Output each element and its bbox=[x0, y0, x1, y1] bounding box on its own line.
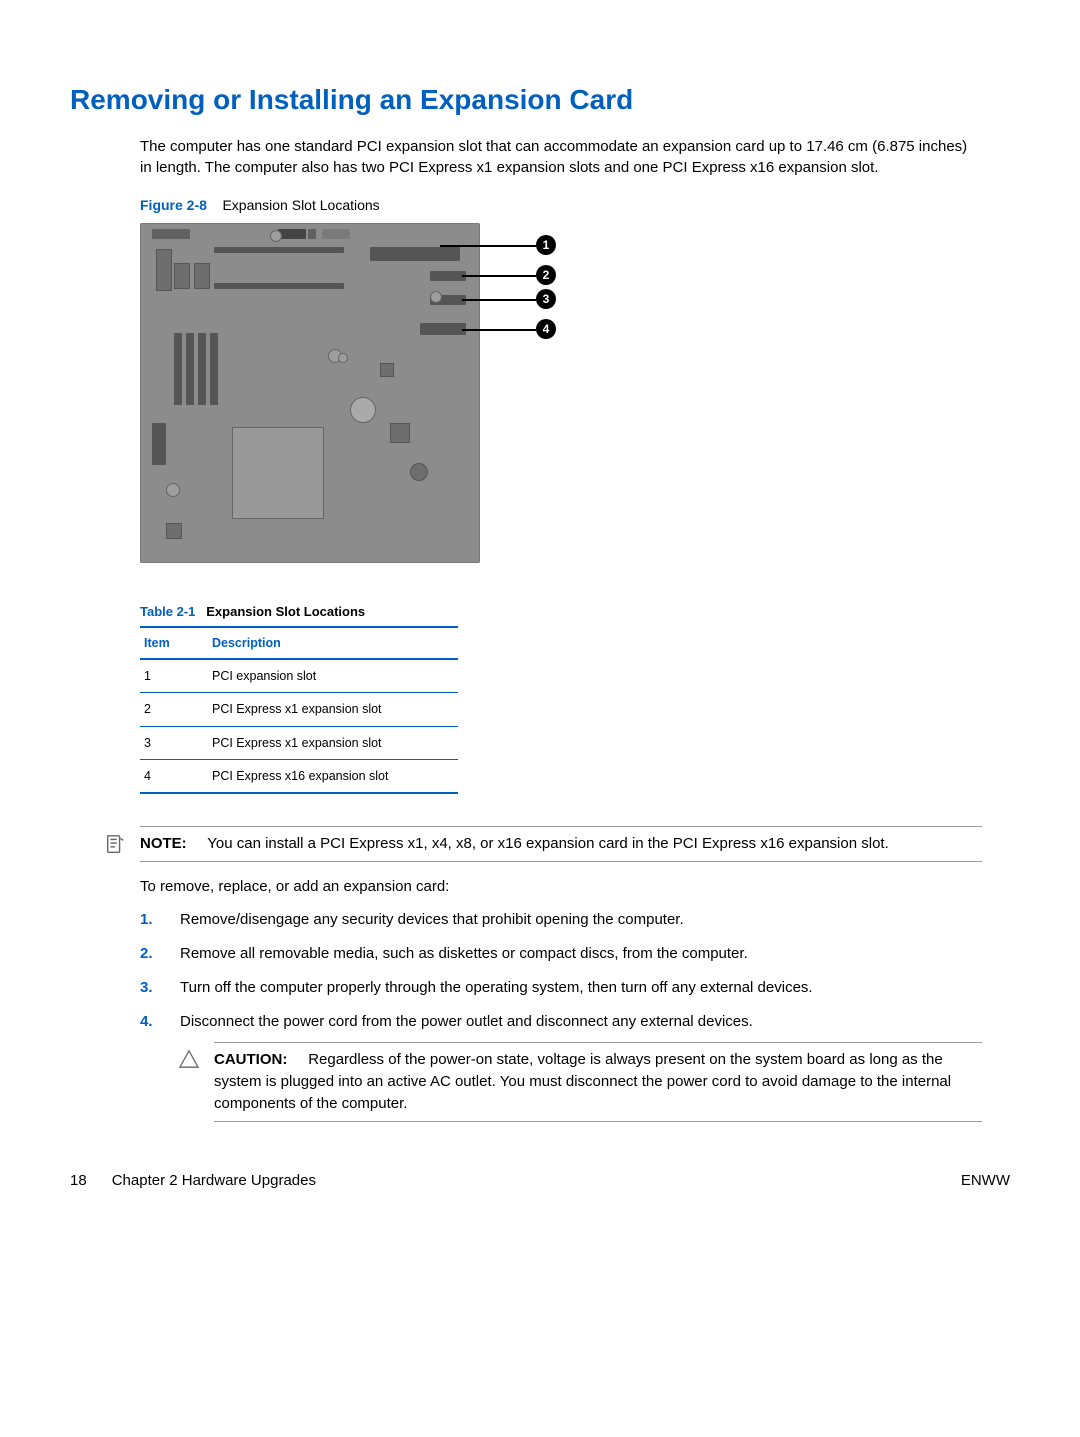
list-item: 1. Remove/disengage any security devices… bbox=[140, 909, 982, 931]
table-cell: PCI Express x1 expansion slot bbox=[208, 693, 458, 726]
table-cell: 1 bbox=[140, 659, 208, 693]
table-cell: PCI Express x16 expansion slot bbox=[208, 759, 458, 793]
table-header-item: Item bbox=[140, 628, 208, 659]
table-label: Table 2-1 bbox=[140, 604, 195, 619]
figure-callout-1: 1 bbox=[536, 235, 556, 255]
figure-title: Expansion Slot Locations bbox=[222, 197, 379, 213]
motherboard-image bbox=[140, 223, 480, 563]
figure-callout-4: 4 bbox=[536, 319, 556, 339]
slot-locations-table: Table 2-1 Expansion Slot Locations Item … bbox=[140, 603, 458, 793]
page-number: 18 bbox=[70, 1172, 87, 1189]
step-number: 4. bbox=[140, 1011, 153, 1033]
table-row: 3 PCI Express x1 expansion slot bbox=[140, 726, 458, 759]
note-block: NOTE: You can install a PCI Express x1, … bbox=[140, 826, 982, 862]
table-cell: 4 bbox=[140, 759, 208, 793]
figure-caption: Figure 2-8 Expansion Slot Locations bbox=[140, 195, 982, 215]
caution-label: CAUTION: bbox=[214, 1051, 287, 1068]
figure-label: Figure 2-8 bbox=[140, 197, 207, 213]
page-title: Removing or Installing an Expansion Card bbox=[70, 80, 1010, 121]
note-text: You can install a PCI Express x1, x4, x8… bbox=[207, 835, 888, 852]
table-title: Expansion Slot Locations bbox=[206, 604, 365, 619]
page-footer: 18 Chapter 2 Hardware Upgrades ENWW bbox=[70, 1170, 1010, 1192]
steps-list: 1. Remove/disengage any security devices… bbox=[140, 909, 982, 1121]
motherboard-figure: 1 2 3 4 bbox=[140, 223, 558, 563]
table-cell: PCI Express x1 expansion slot bbox=[208, 726, 458, 759]
caution-block: CAUTION: Regardless of the power-on stat… bbox=[214, 1042, 982, 1121]
list-item: 2. Remove all removable media, such as d… bbox=[140, 943, 982, 965]
step-text: Disconnect the power cord from the power… bbox=[180, 1013, 753, 1030]
caution-text: Regardless of the power-on state, voltag… bbox=[214, 1051, 951, 1112]
chapter-title: Chapter 2 Hardware Upgrades bbox=[112, 1172, 316, 1189]
note-label: NOTE: bbox=[140, 835, 187, 852]
step-text: Remove all removable media, such as disk… bbox=[180, 945, 748, 962]
table-cell: 3 bbox=[140, 726, 208, 759]
table-cell: 2 bbox=[140, 693, 208, 726]
step-number: 3. bbox=[140, 977, 153, 999]
footer-right: ENWW bbox=[961, 1170, 1010, 1192]
table-row: 1 PCI expansion slot bbox=[140, 659, 458, 693]
step-number: 1. bbox=[140, 909, 153, 931]
note-icon bbox=[104, 833, 126, 862]
table-row: 4 PCI Express x16 expansion slot bbox=[140, 759, 458, 793]
lead-in-text: To remove, replace, or add an expansion … bbox=[140, 876, 982, 898]
table-row: 2 PCI Express x1 expansion slot bbox=[140, 693, 458, 726]
step-text: Remove/disengage any security devices th… bbox=[180, 911, 684, 928]
table-cell: PCI expansion slot bbox=[208, 659, 458, 693]
figure-callout-3: 3 bbox=[536, 289, 556, 309]
table-header-description: Description bbox=[208, 628, 458, 659]
step-number: 2. bbox=[140, 943, 153, 965]
list-item: 4. Disconnect the power cord from the po… bbox=[140, 1011, 982, 1122]
intro-paragraph: The computer has one standard PCI expans… bbox=[140, 136, 982, 180]
caution-icon bbox=[178, 1049, 200, 1076]
list-item: 3. Turn off the computer properly throug… bbox=[140, 977, 982, 999]
step-text: Turn off the computer properly through t… bbox=[180, 979, 813, 996]
figure-callout-2: 2 bbox=[536, 265, 556, 285]
